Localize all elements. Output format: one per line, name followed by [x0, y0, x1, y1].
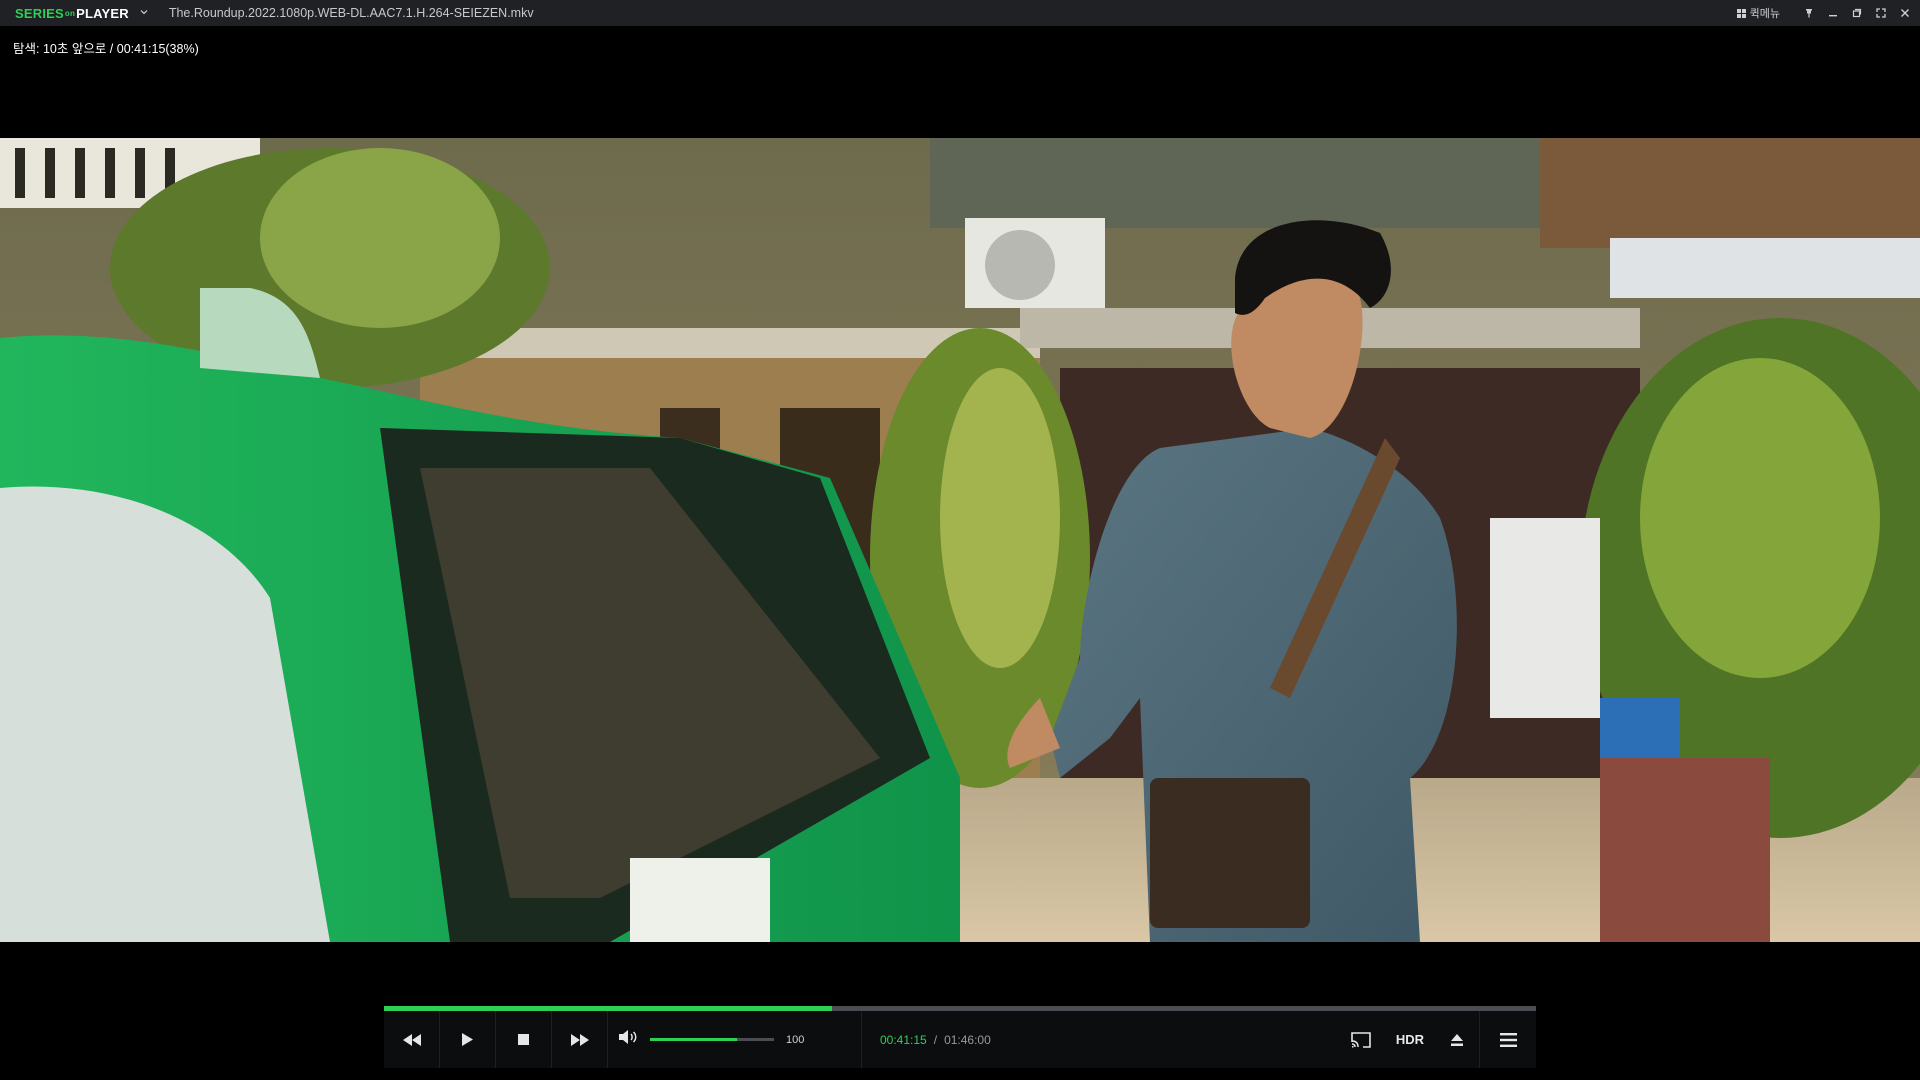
seek-osd-message: 탐색: 10초 앞으로 / 00:41:15(38%): [13, 42, 199, 56]
logo-on: on: [64, 8, 76, 18]
quick-menu-button[interactable]: 퀵메뉴: [1736, 5, 1780, 21]
quick-menu-label: 퀵메뉴: [1749, 8, 1780, 20]
file-title: The.Roundup.2022.1080p.WEB-DL.AAC7.1.H.2…: [168, 6, 534, 20]
video-scene: [0, 138, 1920, 942]
stop-icon: [518, 1034, 529, 1045]
menu-button[interactable]: [1480, 1011, 1536, 1068]
fast-forward-button[interactable]: [552, 1011, 608, 1068]
fullscreen-icon[interactable]: [1876, 8, 1886, 18]
right-controls: HDR: [1337, 1011, 1536, 1068]
app-logo[interactable]: SERIES on PLAYER: [15, 6, 129, 21]
total-time: 01:46:00: [944, 1032, 991, 1047]
hdr-button[interactable]: HDR: [1385, 1011, 1435, 1068]
minimize-icon[interactable]: [1828, 8, 1838, 18]
fast-forward-icon: [570, 1033, 589, 1046]
volume-control: 100: [608, 1011, 862, 1068]
eject-button[interactable]: [1435, 1011, 1480, 1068]
time-separator: /: [933, 1032, 938, 1047]
screen-mirror-button[interactable]: [1337, 1011, 1385, 1068]
window-controls: 퀵메뉴: [1736, 0, 1910, 26]
control-row: 100 00:41:15 / 01:46:00 HDR: [384, 1011, 1536, 1068]
rewind-icon: [402, 1033, 421, 1046]
play-icon: [462, 1033, 473, 1046]
video-frame[interactable]: [0, 138, 1920, 942]
stop-button[interactable]: [496, 1011, 552, 1068]
logo-series: SERIES: [15, 5, 64, 21]
pin-icon[interactable]: [1804, 8, 1814, 18]
rewind-button[interactable]: [384, 1011, 440, 1068]
eject-icon: [1451, 1033, 1463, 1046]
volume-value: 100: [786, 1033, 805, 1046]
current-time: 00:41:15: [880, 1032, 927, 1047]
chevron-down-icon[interactable]: [139, 7, 149, 20]
volume-slider[interactable]: [650, 1038, 774, 1041]
menu-icon: [1499, 1032, 1517, 1047]
control-bar: 100 00:41:15 / 01:46:00 HDR: [384, 1006, 1536, 1068]
time-display: 00:41:15 / 01:46:00: [880, 1033, 991, 1047]
close-icon[interactable]: [1900, 8, 1910, 18]
screen-mirror-icon: [1351, 1031, 1371, 1048]
volume-icon[interactable]: [618, 1029, 638, 1050]
play-button[interactable]: [440, 1011, 496, 1068]
restore-icon[interactable]: [1852, 8, 1862, 18]
logo-player: PLAYER: [76, 5, 129, 21]
title-bar: SERIES on PLAYER The.Roundup.2022.1080p.…: [0, 0, 1920, 26]
volume-slider-fill: [650, 1038, 737, 1041]
grid-icon: [1736, 8, 1746, 18]
